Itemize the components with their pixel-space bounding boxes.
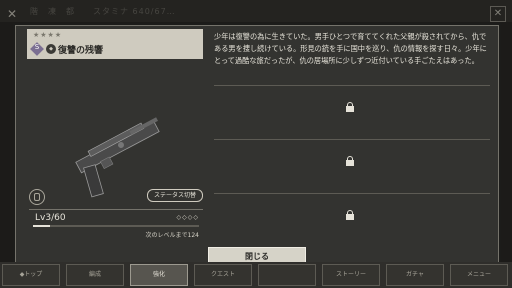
nav-enhance[interactable]: 強化	[130, 264, 188, 286]
bottom-navigation: ◆トップ 編成 強化 クエスト ストーリー ガチャ メニュー	[0, 262, 512, 288]
weapon-level: Lv3/60	[35, 213, 66, 223]
weapon-skill-icon[interactable]	[29, 189, 45, 205]
nav-gacha[interactable]: ガチャ	[386, 264, 444, 286]
nav-party[interactable]: 編成	[66, 264, 124, 286]
lock-icon	[346, 102, 354, 112]
rarity-letter: S	[34, 43, 40, 51]
rarity-stars: ★★★★	[33, 31, 63, 39]
next-level-text: 次のレベルまで124	[145, 232, 199, 239]
nav-item-5[interactable]	[258, 264, 316, 286]
weapon-story-text: 少年は復讐の為に生きていた。男手ひとつで育ててくれた父親が殺されてから、仇である…	[214, 32, 487, 65]
locked-story-slot	[214, 139, 490, 192]
lock-icon	[346, 210, 354, 220]
nav-menu[interactable]: メニュー	[450, 264, 508, 286]
exp-bar-fill	[33, 225, 50, 227]
weapon-detail-dialog: ★★★★ S ◆ 復讐の残響 ステータス切替 Lv3/60 ◇◇◇◇ 次のレベル…	[15, 25, 499, 263]
nav-story[interactable]: ストーリー	[322, 264, 380, 286]
lock-icon	[346, 156, 354, 166]
nav-top[interactable]: ◆トップ	[2, 264, 60, 286]
locked-story-slot	[214, 193, 490, 246]
weapon-name-box: ★★★★ S ◆ 復讐の残響	[27, 29, 203, 59]
limit-break-diamonds: ◇◇◇◇	[176, 214, 199, 221]
level-box: Lv3/60 ◇◇◇◇ 次のレベルまで124	[29, 209, 203, 239]
weapon-panel: ★★★★ S ◆ 復讐の残響 ステータス切替 Lv3/60 ◇◇◇◇ 次のレベル…	[19, 29, 203, 255]
exp-bar	[33, 225, 199, 227]
status-switch-button[interactable]: ステータス切替	[147, 189, 203, 202]
weapon-name: 復讐の残響	[58, 46, 104, 56]
story-panel: 少年は復讐の為に生きていた。男手ひとつで育ててくれた父親が殺されてから、仇である…	[214, 31, 492, 251]
locked-story-slot	[214, 85, 490, 138]
weapon-type-icon: ◆	[46, 44, 56, 54]
nav-quest[interactable]: クエスト	[194, 264, 252, 286]
